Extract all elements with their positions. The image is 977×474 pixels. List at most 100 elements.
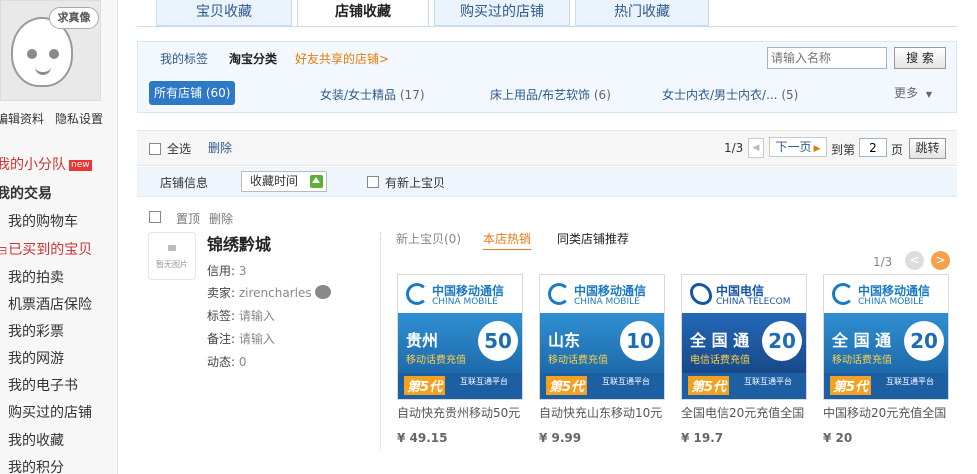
product-image[interactable]: 中国移动通信 CHINA MOBILE 贵州 移动话费充值 50 第5代 互联互通平台 <box>397 274 523 400</box>
goto-label: 到第 <box>831 143 856 157</box>
taobao-category-link[interactable]: 淘宝分类 <box>229 50 277 67</box>
search-button[interactable]: 搜 索 <box>894 47 946 69</box>
page-unit-label: 页 <box>891 143 904 157</box>
select-all-label[interactable]: 全选 <box>167 140 191 157</box>
activity-label: 动态: <box>207 355 236 369</box>
product-card[interactable]: 中国移动通信 CHINA MOBILE 全 国 通移动话费充值 20 第5代 互联互通平台… <box>823 274 949 445</box>
tab-purchased-shops[interactable]: 购买过的店铺 <box>434 0 570 26</box>
sort-up-icon <box>310 175 323 188</box>
credit-row: 信用: 3 <box>207 262 247 279</box>
credit-value: 3 <box>238 264 247 278</box>
product-card[interactable]: 中国电信 CHINA TELECOM 全 国 通电信话费充值 20 第5代 互联互通平台全… <box>681 274 807 445</box>
action-bar: 全选 删除 1/3 ◀ 下一页▶ 到第 页 跳转 <box>137 130 957 166</box>
more-dropdown[interactable]: 更多 ▼ <box>894 84 932 101</box>
pin-link[interactable]: 置顶 <box>176 210 200 227</box>
new-items-label[interactable]: 有新上宝贝 <box>385 174 445 191</box>
platform-label: 互联互通平台 <box>744 377 792 386</box>
avatar[interactable]: 求真像 <box>0 0 101 101</box>
sidebar-item-points[interactable]: 我的积分 <box>8 457 64 474</box>
subtab-similar-shops[interactable]: 同类店铺推荐 <box>557 230 629 247</box>
province-label: 全 国 通 <box>690 331 750 350</box>
amount-badge: 10 <box>620 321 660 361</box>
category-label: 女装/女士精品 <box>320 88 397 102</box>
product-name[interactable]: 全国电信20元充值全国 <box>681 404 807 421</box>
delete-link[interactable]: 删除 <box>208 139 232 156</box>
next-products-button[interactable]: > <box>931 251 950 270</box>
next-page-button[interactable]: 下一页 ▶ <box>769 137 827 157</box>
tag-input[interactable]: 请输入 <box>239 309 275 323</box>
category-womens-clothing[interactable]: 女装/女士精品 (17) <box>320 86 425 103</box>
province-label: 山东 <box>548 331 581 350</box>
product-name[interactable]: 自动快充山东移动10元 <box>539 404 665 421</box>
note-input[interactable]: 请输入 <box>239 332 275 346</box>
privacy-settings-link[interactable]: 隐私设置 <box>55 110 103 127</box>
product-price: ¥ 19.7 <box>681 431 724 445</box>
product-image[interactable]: 中国电信 CHINA TELECOM 全 国 通电信话费充值 20 第5代 互联互通平台 <box>681 274 807 400</box>
brand-name-en: CHINA TELECOM <box>716 297 791 307</box>
friends-shared-link[interactable]: 好友共享的店铺> <box>295 50 389 67</box>
prev-page-button[interactable]: ◀ <box>748 138 764 158</box>
sidebar-item-auction[interactable]: 我的拍卖 <box>8 267 64 287</box>
shop-select-checkbox[interactable] <box>149 211 161 223</box>
edit-profile-link[interactable]: 编辑资料 <box>0 110 44 127</box>
recharge-panel: 山东 移动话费充值 10 <box>540 313 664 373</box>
sidebar-item-travel[interactable]: 机票酒店保险 <box>8 294 92 314</box>
jump-button[interactable]: 跳转 <box>909 138 946 159</box>
tab-item-favorites[interactable]: 宝贝收藏 <box>156 0 292 26</box>
g5-logo: 第5代 <box>688 376 730 395</box>
sidebar-item-cart[interactable]: 我的购物车 <box>8 211 78 231</box>
category-count: (17) <box>399 88 425 102</box>
category-underwear[interactable]: 女士内衣/男士内衣/... (5) <box>662 86 798 103</box>
trade-header: 我的交易 <box>0 186 52 202</box>
sidebar-item-lottery[interactable]: 我的彩票 <box>8 321 64 341</box>
product-image[interactable]: 中国移动通信 CHINA MOBILE 全 国 通移动话费充值 20 第5代 互联互通平台 <box>823 274 949 400</box>
g5-logo: 第5代 <box>830 376 872 395</box>
tab-hot-favorites[interactable]: 热门收藏 <box>575 0 709 26</box>
sidebar-item-games[interactable]: 我的网游 <box>8 348 64 368</box>
all-shops-button[interactable]: 所有店铺 (60) <box>149 81 236 105</box>
product-price: ¥ 9.99 <box>539 431 582 445</box>
carrier-logo-icon <box>832 283 854 305</box>
prev-products-button[interactable]: < <box>905 251 924 270</box>
activity-value: 0 <box>238 355 247 369</box>
sidebar-item-favorites[interactable]: 我的收藏 <box>8 430 64 450</box>
shop-name[interactable]: 锦绣黔城 <box>207 231 271 255</box>
category-count: (5) <box>781 88 799 102</box>
amount-badge: 20 <box>762 321 802 361</box>
tab-shop-favorites[interactable]: 店铺收藏 <box>297 0 429 27</box>
sidebar-item-purchased-shops[interactable]: 购买过的店铺 <box>8 402 92 422</box>
my-team-link[interactable]: 我的小分队 new <box>0 154 92 174</box>
product-card[interactable]: 中国移动通信 CHINA MOBILE 贵州 移动话费充值 50 第5代 互联互通平台 自动快… <box>397 274 523 445</box>
sidebar-item-ebooks[interactable]: 我的电子书 <box>8 375 78 395</box>
sort-by-time-button[interactable]: 收藏时间 <box>241 171 327 192</box>
credit-label: 信用: <box>207 264 236 278</box>
sidebar-item-bought[interactable]: ⊟已买到的宝贝 <box>0 239 92 259</box>
my-tags-link[interactable]: 我的标签 <box>160 50 208 67</box>
product-name[interactable]: 自动快充贵州移动50元 <box>397 404 523 421</box>
select-all-checkbox[interactable] <box>149 143 161 155</box>
new-items-checkbox[interactable] <box>367 176 379 188</box>
next-page-label: 下一页 <box>775 140 812 154</box>
search-input[interactable] <box>767 47 887 69</box>
subtab-hot-sellers[interactable]: 本店热销 <box>483 230 532 250</box>
note-row: 备注: 请输入 <box>207 330 275 347</box>
product-image[interactable]: 中国移动通信 CHINA MOBILE 山东 移动话费充值 10 第5代 互联互通平台 <box>539 274 665 400</box>
sidebar: 求真像 编辑资料 隐私设置 我的小分队new 我的交易 我的购物车 ⊟已买到的宝… <box>0 0 118 474</box>
brand-name-en: CHINA MOBILE <box>432 297 498 307</box>
recharge-type-label: 移动话费充值 <box>406 355 466 366</box>
product-card[interactable]: 中国移动通信 CHINA MOBILE 山东 移动话费充值 10 第5代 互联互通平台自动快… <box>539 274 665 445</box>
recharge-type-label: 电信话费充值 <box>690 355 750 366</box>
category-bedding[interactable]: 床上用品/布艺软饰 (6) <box>490 86 611 103</box>
page-number-input[interactable] <box>859 138 887 157</box>
platform-strip: 第5代 互联互通平台 <box>824 373 948 399</box>
brand-banner: 中国电信 CHINA TELECOM <box>682 275 806 313</box>
subtab-new-items[interactable]: 新上宝贝(0) <box>396 230 461 247</box>
recharge-panel: 贵州 移动话费充值 50 <box>398 313 522 373</box>
shop-delete-link[interactable]: 删除 <box>209 210 233 227</box>
shop-logo[interactable]: 暂无图片 <box>148 232 196 280</box>
wangwang-chat-icon[interactable] <box>315 285 332 299</box>
tag-label: 标签: <box>207 309 236 323</box>
caret-right-icon: ▶ <box>813 144 821 154</box>
seller-value[interactable]: zirencharles <box>239 286 312 300</box>
product-name[interactable]: 中国移动20元充值全国 <box>823 404 949 421</box>
